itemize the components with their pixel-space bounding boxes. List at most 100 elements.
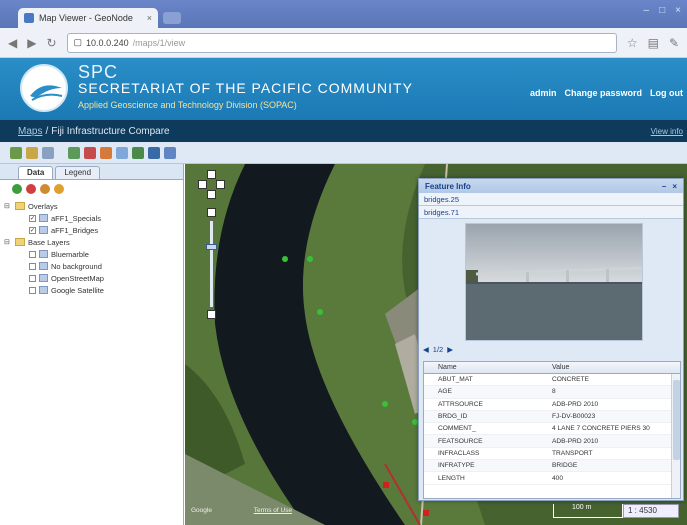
info-icon[interactable]	[164, 146, 176, 159]
prev-page-icon[interactable]: ◀	[423, 345, 429, 354]
feature-info-titlebar: Feature Info – ×	[419, 179, 683, 193]
layer-tree-item[interactable]: ✓ aFF1_Specials	[4, 212, 179, 224]
attribution-text: Google	[191, 507, 212, 514]
grid-scrollbar-thumb[interactable]	[673, 380, 680, 460]
add-layer-icon[interactable]	[12, 184, 22, 194]
pan-icon[interactable]	[68, 146, 80, 159]
grid-header-value[interactable]: Value	[548, 364, 680, 371]
attribute-value: ADB-PRD 2010	[552, 400, 599, 408]
attribute-name: ABUT_MAT	[438, 376, 473, 384]
attribute-name: INFRACLASS	[438, 449, 480, 457]
table-row[interactable]: ATTRSOURCE ADB-PRD 2010	[424, 399, 680, 411]
grid-header-name[interactable]: Name	[424, 364, 548, 371]
layer-tree-item[interactable]: Google Satellite	[4, 284, 179, 296]
layers-icon[interactable]	[10, 146, 22, 159]
zoom-slider[interactable]	[209, 220, 214, 308]
edit-layer-icon[interactable]	[40, 184, 50, 194]
print-icon[interactable]	[42, 146, 54, 159]
attribute-value: TRANSPORT	[552, 449, 593, 457]
pan-east-icon[interactable]	[216, 180, 225, 189]
user-link-admin[interactable]: admin	[530, 88, 557, 98]
terms-of-use-link[interactable]: Terms of Use	[254, 507, 292, 514]
layer-tree-item[interactable]: ⊟ Base Layers	[4, 236, 179, 248]
grid-body: ABUT_MAT CONCRETE AGE 8 ATTRSOURCE ADB-PRD 20…	[424, 374, 680, 485]
wrench-icon[interactable]: ✎	[669, 36, 679, 50]
base-layer-radio[interactable]	[29, 250, 36, 258]
breadcrumb-maps-link[interactable]: Maps	[18, 126, 42, 137]
base-layer-radio[interactable]	[29, 262, 36, 270]
bridge-photo	[465, 223, 643, 341]
layer-icon	[39, 286, 48, 294]
table-row[interactable]: AGE 8	[424, 386, 680, 399]
layer-icon	[39, 250, 48, 258]
table-row[interactable]: INFRATYPE BRIDGE	[424, 460, 680, 473]
zoom-extent-icon[interactable]	[116, 146, 128, 159]
new-tab-button[interactable]	[163, 12, 181, 24]
table-row[interactable]: FEATSOURCE ADB-PRD 2010	[424, 435, 680, 448]
scale-selector[interactable]: 1 : 4530	[623, 504, 679, 518]
save-map-icon[interactable]	[26, 146, 38, 159]
layer-checkbox[interactable]: ✓	[29, 214, 36, 222]
view-info-link[interactable]: View info	[651, 127, 683, 136]
logout-link[interactable]: Log out	[650, 88, 683, 98]
layer-checkbox[interactable]: ✓	[29, 226, 36, 234]
close-window-icon[interactable]: ×	[675, 5, 681, 16]
remove-layer-icon[interactable]	[26, 184, 36, 194]
table-row[interactable]: LENGTH 400	[424, 472, 680, 485]
zoom-in-icon[interactable]	[84, 146, 96, 159]
zoom-out-button[interactable]	[207, 310, 216, 319]
next-page-icon[interactable]: ▶	[447, 345, 453, 354]
attribute-name: LENGTH	[438, 474, 465, 482]
tab-close-icon[interactable]: ×	[147, 13, 152, 23]
expand-icon[interactable]: ⊟	[4, 202, 12, 210]
table-row[interactable]: ABUT_MAT CONCRETE	[424, 374, 680, 387]
page-icon: ▢	[73, 37, 83, 47]
tab-title: Map Viewer - GeoNode	[39, 13, 133, 23]
panel-tabs: Data Legend	[0, 164, 183, 180]
feature-row-bridges-25[interactable]: bridges.25	[419, 193, 683, 206]
close-icon[interactable]: ×	[672, 182, 677, 191]
layer-tree-item[interactable]: Bluemarble	[4, 248, 179, 260]
pan-north-icon[interactable]	[207, 170, 216, 179]
query-icon[interactable]	[148, 146, 160, 159]
style-layer-icon[interactable]	[54, 184, 64, 194]
base-layer-radio[interactable]	[29, 274, 36, 282]
tab-data[interactable]: Data	[18, 166, 54, 179]
spc-logo[interactable]	[20, 64, 68, 112]
layer-tree-item[interactable]: ✓ aFF1_Bridges	[4, 224, 179, 236]
expand-icon[interactable]: ⊟	[4, 238, 12, 246]
bookmark-star-icon[interactable]: ☆	[627, 36, 638, 50]
feature-row-bridges-71[interactable]: bridges.71	[419, 206, 683, 219]
pan-west-icon[interactable]	[198, 180, 207, 189]
table-row[interactable]: INFRACLASS TRANSPORT	[424, 448, 680, 461]
forward-icon[interactable]: ▶	[27, 36, 36, 50]
address-bar[interactable]: ▢ 10.0.0.240/maps/1/view	[66, 32, 617, 53]
brand-name: Secretariat of the Pacific Community	[78, 80, 413, 96]
layer-icon	[39, 214, 48, 222]
back-icon[interactable]: ◀	[8, 36, 17, 50]
zoom-out-icon[interactable]	[100, 146, 112, 159]
layer-tree-item[interactable]: ⊟ Overlays	[4, 200, 179, 212]
zoom-in-button[interactable]	[207, 208, 216, 217]
browser-tab[interactable]: Map Viewer - GeoNode ×	[18, 8, 158, 28]
layer-tree-item[interactable]: No background	[4, 260, 179, 272]
table-row[interactable]: COMMENT_ 4 LANE 7 CONCRETE PIERS 30	[424, 423, 680, 436]
base-layer-radio[interactable]	[29, 286, 36, 294]
collapse-icon[interactable]: –	[662, 182, 666, 191]
tab-legend[interactable]: Legend	[55, 166, 101, 179]
measure-icon[interactable]	[132, 146, 144, 159]
layers-panel: Data Legend ⊟ Overlays ✓ aFF1_Specials ✓ aFF1…	[0, 164, 184, 525]
pan-south-icon[interactable]	[207, 190, 216, 199]
minimize-icon[interactable]: –	[644, 5, 650, 16]
table-row[interactable]: BRDG_ID FJ-DV-B00023	[424, 410, 680, 424]
layer-tree-item[interactable]: OpenStreetMap	[4, 272, 179, 284]
reload-icon[interactable]: ↻	[46, 36, 56, 50]
change-password-link[interactable]: Change password	[564, 88, 642, 98]
grid-scrollbar[interactable]	[671, 374, 680, 498]
attribute-value: 4 LANE 7 CONCRETE PIERS 30	[552, 425, 650, 433]
feature-info-window: Feature Info – × bridges.25 bridges.71 ◀…	[418, 178, 684, 501]
layer-tree-label: OpenStreetMap	[51, 273, 104, 283]
page-menu-icon[interactable]: ▤	[648, 36, 659, 50]
maximize-icon[interactable]: □	[659, 5, 665, 16]
zoom-slider-handle[interactable]	[206, 244, 217, 250]
